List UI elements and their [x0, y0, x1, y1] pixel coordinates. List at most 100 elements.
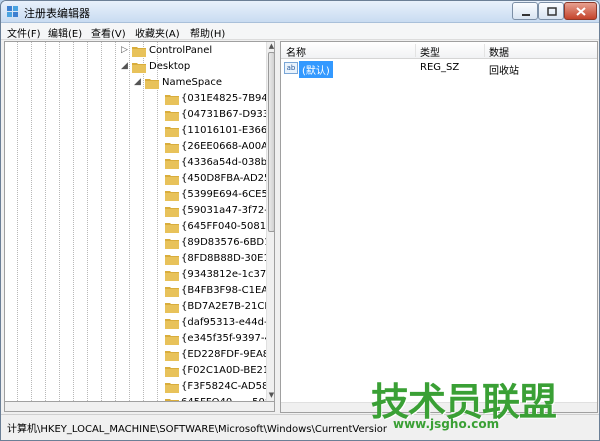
- tree-item-label: {daf95313-e44d-46: [181, 317, 275, 328]
- list-horizontal-scrollbar[interactable]: [281, 402, 597, 412]
- scroll-up-arrow-icon[interactable]: ▲: [267, 42, 274, 51]
- column-type[interactable]: 类型: [420, 44, 440, 59]
- status-path: 计算机\HKEY_LOCAL_MACHINE\SOFTWARE\Microsof…: [7, 424, 387, 435]
- menu-view[interactable]: 查看(V): [91, 25, 126, 40]
- folder-icon: [165, 207, 179, 217]
- tree-item[interactable]: {B4FB3F98-C1EA-4: [5, 283, 274, 299]
- key-tree[interactable]: ▷ ControlPanel ◢ Desktop ◢ NameSpace {031E4825…: [4, 41, 275, 402]
- tree-item[interactable]: {9343812e-1c37-4a: [5, 267, 274, 283]
- tree-item[interactable]: {031E4825-7B94-4: [5, 91, 274, 107]
- tree-item[interactable]: ◢ Desktop: [5, 59, 267, 75]
- collapse-icon[interactable]: ◢: [134, 77, 141, 87]
- column-header: 名称 类型 数据: [281, 42, 597, 59]
- tree-item[interactable]: {59031a47-3f72-44: [5, 203, 274, 219]
- status-bar: 计算机\HKEY_LOCAL_MACHINE\SOFTWARE\Microsof…: [1, 414, 599, 440]
- tree-item-label: {11016101-E366-4: [181, 125, 275, 136]
- expand-icon[interactable]: ▷: [121, 45, 128, 55]
- tree-item[interactable]: ◢ NameSpace: [5, 75, 267, 91]
- tree-item-label: ControlPanel: [149, 45, 213, 56]
- menu-favorites[interactable]: 收藏夹(A): [135, 25, 180, 40]
- tree-item-label: {F3F5824C-AD58-4: [181, 381, 275, 392]
- string-value-icon: ab: [284, 62, 298, 74]
- scroll-thumb[interactable]: [268, 52, 274, 232]
- tree-item[interactable]: {BD7A2E7B-21CB-4: [5, 299, 274, 315]
- title-bar[interactable]: 注册表编辑器: [1, 1, 599, 23]
- tree-item[interactable]: {ED228FDF-9EA8-4: [5, 347, 274, 363]
- menu-edit[interactable]: 编辑(E): [48, 25, 82, 40]
- tree-item-label: {8FD8B88D-30E1-4: [181, 253, 275, 264]
- tree-item[interactable]: {e345f35f-9397-43: [5, 331, 274, 347]
- folder-icon: [165, 303, 179, 313]
- regedit-window: 注册表编辑器 文件(F) 编辑(E) 查看(V) 收藏夹(A) 帮助(H) ▷ C…: [0, 0, 600, 441]
- tree-item-label: {ED228FDF-9EA8-4: [181, 349, 275, 360]
- tree-item[interactable]: {26EE0668-A00A-4: [5, 139, 274, 155]
- tree-item[interactable]: {04731B67-D933-4: [5, 107, 274, 123]
- value-type: REG_SZ: [420, 62, 460, 73]
- tree-item[interactable]: 645FFO40——5081: [5, 395, 274, 401]
- folder-icon: [165, 319, 179, 329]
- tree-item-label: {031E4825-7B94-4: [181, 93, 275, 104]
- tree-item-label: {26EE0668-A00A-4: [181, 141, 275, 152]
- tree-item-label: {B4FB3F98-C1EA-4: [181, 285, 275, 296]
- tree-item[interactable]: ▷ ControlPanel: [5, 43, 267, 59]
- tree-item[interactable]: {5399E694-6CE5-4: [5, 187, 274, 203]
- window-title: 注册表编辑器: [24, 7, 90, 20]
- folder-icon: [132, 47, 146, 57]
- column-divider[interactable]: [484, 44, 485, 57]
- maximize-icon: [547, 7, 557, 16]
- tree-item[interactable]: {F02C1A0D-BE21-4: [5, 363, 274, 379]
- tree-item[interactable]: {4336a54d-038b-4: [5, 155, 274, 171]
- folder-icon: [165, 191, 179, 201]
- tree-item[interactable]: {F3F5824C-AD58-4: [5, 379, 274, 395]
- tree-item-label: {9343812e-1c37-4a: [181, 269, 275, 280]
- value-list[interactable]: 名称 类型 数据 ab (默认) REG_SZ 回收站: [280, 41, 598, 413]
- column-divider[interactable]: [415, 44, 416, 57]
- close-button[interactable]: [564, 2, 597, 20]
- folder-icon: [165, 287, 179, 297]
- tree-item-label: NameSpace: [162, 77, 222, 88]
- regedit-icon: [7, 6, 18, 17]
- tree-item[interactable]: {daf95313-e44d-46: [5, 315, 274, 331]
- close-icon: [576, 7, 586, 16]
- folder-icon: [145, 79, 159, 89]
- tree-item-label: {59031a47-3f72-44: [181, 205, 275, 216]
- menu-help[interactable]: 帮助(H): [190, 25, 225, 40]
- folder-icon: [165, 255, 179, 265]
- tree-vertical-scrollbar[interactable]: ▲ ▼: [266, 42, 274, 401]
- column-name[interactable]: 名称: [286, 44, 306, 59]
- tree-item-label: {04731B67-D933-4: [181, 109, 275, 120]
- folder-icon: [165, 335, 179, 345]
- tree-item-label: {450D8FBA-AD25-1: [181, 173, 275, 184]
- collapse-icon[interactable]: ◢: [121, 61, 128, 71]
- tree-item-label: {F02C1A0D-BE21-4: [181, 365, 275, 376]
- tree-horizontal-scrollbar[interactable]: [4, 402, 275, 412]
- tree-item-label: Desktop: [149, 61, 191, 72]
- tree-item-label: {e345f35f-9397-43: [181, 333, 275, 344]
- folder-icon: [132, 63, 146, 73]
- tree-item[interactable]: {645FF040-5081-10: [5, 219, 274, 235]
- column-data[interactable]: 数据: [489, 44, 509, 59]
- folder-icon: [165, 271, 179, 281]
- tree-item[interactable]: {8FD8B88D-30E1-4: [5, 251, 274, 267]
- menu-file[interactable]: 文件(F): [7, 25, 41, 40]
- folder-icon: [165, 351, 179, 361]
- folder-icon: [165, 159, 179, 169]
- value-row[interactable]: ab (默认) REG_SZ 回收站: [281, 60, 597, 78]
- folder-icon: [165, 95, 179, 105]
- minimize-button[interactable]: [512, 2, 538, 20]
- folder-icon: [165, 383, 179, 393]
- tree-item[interactable]: {89D83576-6BD1-4: [5, 235, 274, 251]
- maximize-button[interactable]: [538, 2, 564, 20]
- tree-item-label: {4336a54d-038b-4: [181, 157, 275, 168]
- tree-item[interactable]: {11016101-E366-4: [5, 123, 274, 139]
- folder-icon: [165, 143, 179, 153]
- value-name[interactable]: (默认): [299, 61, 333, 78]
- folder-icon: [165, 111, 179, 121]
- folder-icon: [165, 367, 179, 377]
- tree-item[interactable]: {450D8FBA-AD25-1: [5, 171, 274, 187]
- tree-item-label: {89D83576-6BD1-4: [181, 237, 275, 248]
- scroll-down-arrow-icon[interactable]: ▼: [267, 391, 274, 400]
- value-data: 回收站: [489, 66, 519, 77]
- menu-bar: 文件(F) 编辑(E) 查看(V) 收藏夹(A) 帮助(H): [1, 23, 599, 40]
- folder-icon: [165, 223, 179, 233]
